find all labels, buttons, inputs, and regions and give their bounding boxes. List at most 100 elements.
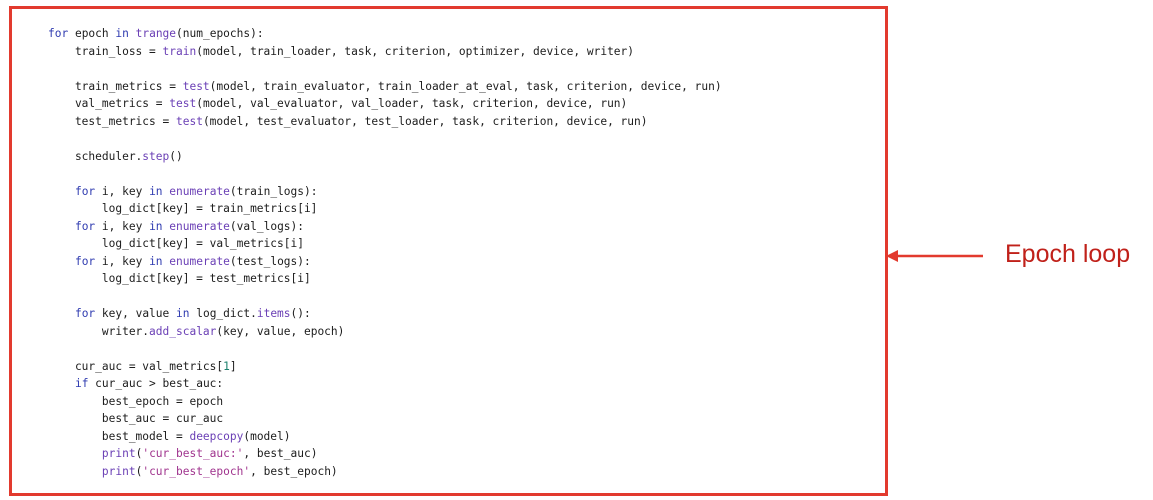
code-token: (model) — [243, 429, 291, 443]
code-token: (key, value, epoch) — [216, 324, 345, 338]
code-token: in — [149, 254, 163, 268]
code-token: val_metrics = — [48, 97, 170, 110]
code-token: log_dict[key] = val_metrics[i] — [48, 237, 304, 250]
code-token: for — [48, 27, 69, 40]
code-line: for i, key in enumerate(train_logs): — [48, 183, 722, 201]
code-token: 'cur_best_auc:' — [142, 447, 244, 460]
code-token: best_epoch = epoch — [48, 394, 224, 408]
code-token: best_model = — [48, 429, 190, 443]
code-line: for key, value in log_dict.items(): — [48, 305, 722, 323]
code-line: best_model = deepcopy(model) — [48, 428, 722, 446]
code-token: (model, train_evaluator, train_loader_at… — [209, 79, 722, 93]
code-token: step — [142, 149, 170, 163]
code-line: print('cur_best_epoch', best_epoch) — [48, 463, 722, 481]
code-line: print('cur_best_auc:', best_auc) — [48, 445, 722, 463]
code-token: writer. — [48, 324, 150, 338]
code-line: best_auc = cur_auc — [48, 410, 722, 428]
code-token: () — [169, 149, 183, 163]
code-token: in — [115, 27, 129, 40]
code-token: in — [149, 219, 163, 233]
code-token: if — [74, 377, 89, 390]
code-token: cur_auc > best_auc: — [88, 377, 224, 390]
code-token: train_metrics = — [48, 79, 183, 93]
code-line: scheduler.step() — [48, 148, 722, 166]
code-token: for — [74, 307, 96, 320]
code-token: (model, test_evaluator, test_loader, tas… — [202, 114, 648, 128]
code-highlight-frame: for epoch in trange(num_epochs): train_l… — [9, 6, 888, 496]
code-block: for epoch in trange(num_epochs): train_l… — [48, 25, 722, 480]
code-token: items — [256, 307, 291, 320]
code-token: epoch — [68, 27, 116, 40]
code-token: (): — [290, 307, 311, 320]
code-token: scheduler. — [48, 149, 143, 163]
code-token: i, key — [95, 219, 150, 233]
code-line: log_dict[key] = train_metrics[i] — [48, 200, 722, 218]
code-token: log_dict[key] = test_metrics[i] — [48, 272, 311, 285]
code-token: i, key — [95, 184, 150, 198]
annotation-label: Epoch loop — [1005, 240, 1131, 268]
arrow-head — [886, 250, 898, 262]
code-token: trange — [135, 27, 177, 40]
code-line: val_metrics = test(model, val_evaluator,… — [48, 95, 722, 113]
code-token: test — [182, 79, 210, 93]
code-line: train_metrics = test(model, train_evalua… — [48, 78, 722, 96]
code-token: train_loss = — [48, 44, 163, 58]
code-token: 'cur_best_epoch' — [142, 464, 251, 478]
code-token: ] — [229, 359, 237, 373]
code-token: add_scalar — [149, 324, 217, 338]
code-token: test_metrics = — [48, 114, 176, 128]
code-token: print — [101, 464, 136, 478]
code-line: train_loss = train(model, train_loader, … — [48, 43, 722, 61]
code-token: deepcopy — [189, 429, 244, 443]
code-token: 1 — [223, 359, 230, 373]
code-token: log_dict[key] = train_metrics[i] — [48, 202, 318, 215]
code-line: for epoch in trange(num_epochs): — [48, 25, 722, 43]
code-token: , best_epoch) — [250, 464, 338, 478]
code-token: i, key — [95, 254, 150, 268]
pointer-arrow — [886, 250, 983, 262]
code-token: in — [149, 184, 163, 198]
code-token: (test_logs): — [229, 254, 311, 268]
code-token: (num_epochs): — [176, 27, 264, 40]
code-line: for i, key in enumerate(test_logs): — [48, 253, 722, 271]
code-token: key, value — [95, 307, 176, 320]
code-line: cur_auc = val_metrics[1] — [48, 358, 722, 376]
code-token: in — [176, 307, 190, 320]
code-token: enumerate — [169, 254, 230, 268]
code-token: for — [74, 219, 96, 233]
code-token: best_auc = cur_auc — [48, 412, 224, 425]
code-token: train — [162, 44, 197, 58]
code-line: if cur_auc > best_auc: — [48, 375, 722, 393]
code-token: (train_logs): — [229, 184, 318, 198]
code-token: enumerate — [169, 219, 230, 233]
code-token: enumerate — [169, 184, 230, 198]
code-line: log_dict[key] = test_metrics[i] — [48, 270, 722, 288]
code-line: for i, key in enumerate(val_logs): — [48, 218, 722, 236]
code-token: (model, val_evaluator, val_loader, task,… — [196, 97, 628, 110]
code-line: test_metrics = test(model, test_evaluato… — [48, 113, 722, 131]
code-token: print — [101, 447, 136, 460]
code-token: log_dict. — [189, 307, 257, 320]
code-token: cur_auc = val_metrics[ — [48, 359, 224, 373]
code-token: for — [74, 254, 96, 268]
code-token: (model, train_loader, task, criterion, o… — [196, 44, 635, 58]
code-line: best_epoch = epoch — [48, 393, 722, 411]
code-token: (val_logs): — [229, 219, 305, 233]
code-line: log_dict[key] = val_metrics[i] — [48, 235, 722, 253]
code-token: , best_auc) — [243, 447, 318, 460]
code-token: test — [175, 114, 203, 128]
code-token: for — [74, 184, 96, 198]
